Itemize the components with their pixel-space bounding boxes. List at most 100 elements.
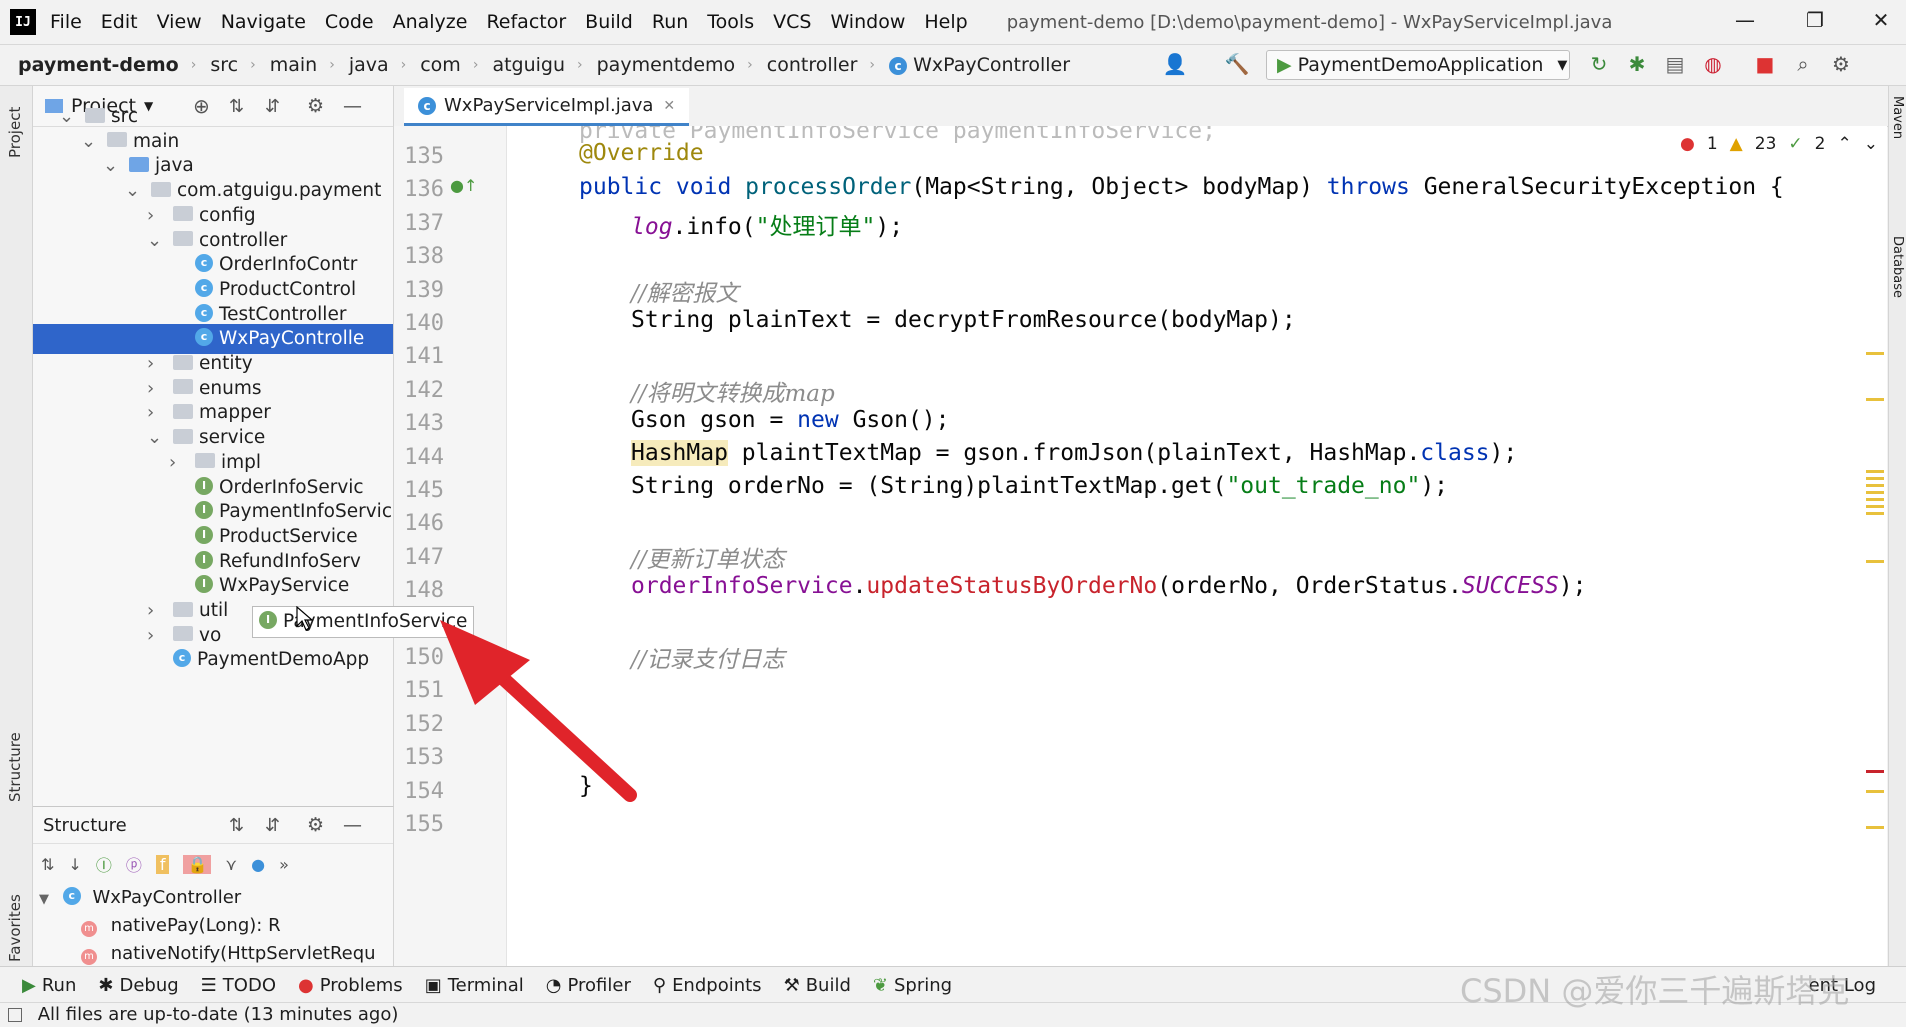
autoscroll-icon[interactable]: ⋎	[225, 855, 237, 874]
tool-run[interactable]: ▶ Run	[22, 975, 76, 996]
line-number[interactable]: 155	[394, 812, 444, 837]
collapse-all-icon[interactable]: ⇵	[265, 815, 280, 836]
override-gutter-icon[interactable]: ●↑	[450, 176, 477, 195]
warning-marker[interactable]	[1866, 790, 1884, 793]
code-editor[interactable]: private PaymentInfoService paymentInfoSe…	[507, 126, 1887, 966]
profiler-icon[interactable]: ◍	[1700, 52, 1726, 76]
tool-endpoints[interactable]: ⚲ Endpoints	[653, 975, 762, 996]
expand-all-icon[interactable]: ⇅	[229, 815, 244, 836]
show-fields-icon[interactable]: f	[155, 854, 170, 874]
line-number[interactable]: 139	[394, 278, 444, 303]
breadcrumb-atguigu[interactable]: atguigu	[492, 54, 565, 76]
tool-terminal[interactable]: ▣ Terminal	[425, 975, 524, 996]
menu-window[interactable]: Window	[830, 11, 905, 33]
gear-icon[interactable]: ⚙	[307, 814, 324, 836]
structure-tool-label[interactable]: Structure	[6, 732, 24, 802]
run-config-select[interactable]: ▶ PaymentDemoApplication ▼	[1266, 50, 1570, 80]
user-icon[interactable]: 👤	[1162, 52, 1188, 76]
line-number[interactable]: 145	[394, 478, 444, 503]
structure-item[interactable]: ▼ c WxPayController	[39, 884, 241, 912]
restore-icon[interactable]: ❐	[1800, 8, 1830, 32]
menu-refactor[interactable]: Refactor	[486, 11, 566, 33]
tool-build[interactable]: ⚒ Build	[784, 975, 851, 996]
debug-icon[interactable]: ✱	[1624, 52, 1650, 76]
line-number[interactable]: 147	[394, 545, 444, 570]
warning-marker[interactable]	[1866, 826, 1884, 829]
warning-marker[interactable]	[1866, 398, 1884, 401]
error-marker[interactable]	[1866, 770, 1884, 773]
tool-spring[interactable]: ❦ Spring	[873, 975, 952, 996]
menu-edit[interactable]: Edit	[101, 11, 138, 33]
package-icon	[173, 626, 193, 642]
database-tool-label[interactable]: Database	[1890, 236, 1905, 298]
chevron-down-icon[interactable]: ⌄	[1864, 134, 1878, 154]
line-number[interactable]: 144	[394, 445, 444, 470]
sort-alpha-icon[interactable]: ⇅	[41, 855, 54, 874]
breadcrumb-java[interactable]: java	[349, 54, 389, 76]
warning-marker[interactable]	[1866, 352, 1884, 355]
favorites-tool-label[interactable]: Favorites	[6, 894, 24, 962]
line-number[interactable]: 140	[394, 311, 444, 336]
line-number[interactable]: 146	[394, 511, 444, 536]
menu-tools[interactable]: Tools	[707, 11, 754, 33]
tab-wxpayserviceimpl[interactable]: c WxPayServiceImpl.java ✕	[404, 88, 690, 126]
breadcrumb-main[interactable]: main	[270, 54, 317, 76]
line-number[interactable]: 137	[394, 211, 444, 236]
breadcrumb-src[interactable]: src	[210, 54, 238, 76]
structure-item[interactable]: m nativePay(Long): R	[81, 912, 281, 940]
menu-file[interactable]: File	[50, 11, 82, 33]
code-text: .	[852, 573, 867, 599]
line-number[interactable]: 141	[394, 344, 444, 369]
hide-panel-icon[interactable]: —	[343, 814, 362, 836]
stop-icon[interactable]: ■	[1752, 52, 1778, 76]
breadcrumb-com[interactable]: com	[420, 54, 461, 76]
line-number[interactable]: 148	[394, 578, 444, 603]
show-inherited-icon[interactable]: Ⓘ	[96, 852, 112, 876]
tool-profiler[interactable]: ◔ Profiler	[546, 975, 631, 996]
tree-item[interactable]: c PaymentDemoApp	[33, 645, 393, 675]
anonymous-classes-icon[interactable]: ●	[251, 855, 265, 874]
structure-title: Structure	[43, 814, 127, 836]
more-icon[interactable]: »	[279, 855, 289, 874]
close-tab-icon[interactable]: ✕	[663, 98, 675, 114]
show-properties-icon[interactable]: ⓟ	[126, 852, 142, 876]
line-number[interactable]: 135	[394, 144, 444, 169]
project-tool-label[interactable]: Project	[6, 107, 24, 158]
menu-help[interactable]: Help	[924, 11, 967, 33]
menu-analyze[interactable]: Analyze	[393, 11, 468, 33]
tool-todo[interactable]: ☰ TODO	[201, 975, 276, 996]
close-icon[interactable]: ✕	[1866, 8, 1896, 32]
code-line-142: //将明文转换成map	[631, 381, 835, 407]
minimize-icon[interactable]: —	[1730, 8, 1760, 32]
line-number[interactable]: 142	[394, 378, 444, 403]
coverage-icon[interactable]: ▤	[1662, 52, 1688, 76]
menu-run[interactable]: Run	[652, 11, 688, 33]
breadcrumb-controller[interactable]: controller	[767, 54, 858, 76]
maven-tool-label[interactable]: Maven	[1890, 96, 1905, 139]
menu-navigate[interactable]: Navigate	[221, 11, 306, 33]
breadcrumb-project[interactable]: payment-demo	[18, 54, 179, 76]
status-toggle-icon[interactable]	[8, 1008, 22, 1022]
warning-marker[interactable]	[1866, 560, 1884, 563]
hammer-icon[interactable]: 🔨	[1224, 52, 1250, 76]
show-non-public-icon[interactable]: 🔒	[183, 854, 212, 874]
warning-marker-group[interactable]	[1866, 470, 1884, 518]
search-icon[interactable]: ⌕	[1790, 52, 1816, 76]
inspection-widget[interactable]: ● 1 ▲ 23 ✓ 2 ⌃ ⌄	[1680, 134, 1878, 154]
tool-debug[interactable]: ✱ Debug	[98, 975, 178, 996]
settings-sync-icon[interactable]: ⚙	[1828, 52, 1854, 76]
menu-code[interactable]: Code	[325, 11, 374, 33]
breadcrumb-paymentdemo[interactable]: paymentdemo	[597, 54, 736, 76]
rerun-icon[interactable]: ↻	[1586, 52, 1612, 76]
breadcrumb-class[interactable]: c WxPayController	[889, 54, 1070, 76]
menu-build[interactable]: Build	[585, 11, 633, 33]
chevron-up-icon[interactable]: ⌃	[1837, 134, 1851, 154]
menu-view[interactable]: View	[157, 11, 202, 33]
tool-problems[interactable]: ● Problems	[298, 975, 403, 996]
line-number[interactable]: 143	[394, 411, 444, 436]
line-number[interactable]: 136	[394, 177, 444, 202]
menu-vcs[interactable]: VCS	[773, 11, 811, 33]
structure-item[interactable]: m nativeNotify(HttpServletRequ	[81, 940, 376, 967]
line-number[interactable]: 138	[394, 244, 444, 269]
sort-visibility-icon[interactable]: ↓	[68, 855, 81, 874]
